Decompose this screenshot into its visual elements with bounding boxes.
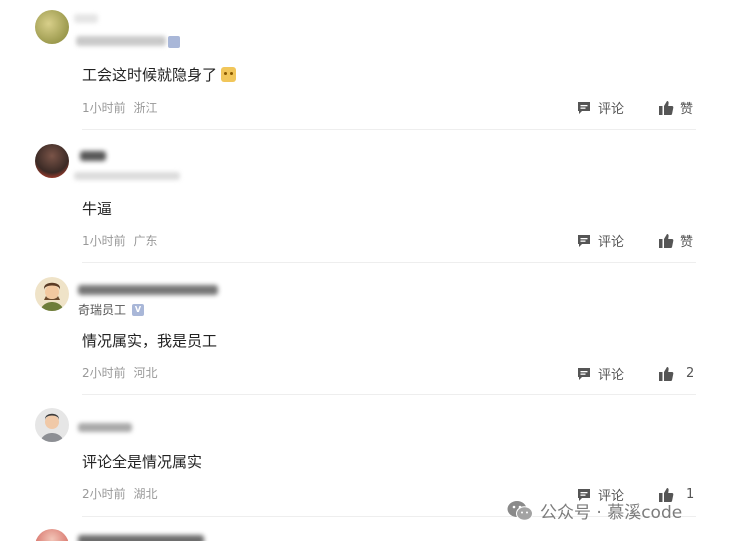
- emoji-icon: [221, 67, 237, 82]
- comment-meta: 1小时前 广东: [82, 232, 157, 249]
- username-blurred[interactable]: [74, 14, 98, 23]
- comment-bubble-icon: [578, 367, 590, 380]
- watermark-text: 公众号 · 慕溪code: [540, 503, 683, 523]
- comment-actions: 评论 2: [576, 364, 694, 383]
- comment-content: 情况属实，我是员工: [82, 332, 218, 350]
- avatar[interactable]: [35, 277, 69, 311]
- comment-time: 1小时前: [82, 234, 126, 248]
- like-button[interactable]: 赞: [658, 231, 693, 250]
- person-illustration-icon: [40, 282, 64, 311]
- username-blurred[interactable]: [78, 285, 218, 295]
- comment-time: 2小时前: [82, 366, 126, 380]
- avatar[interactable]: [35, 144, 69, 178]
- comment-time: 2小时前: [82, 487, 126, 501]
- thumbs-up-icon: [659, 100, 674, 115]
- comment-bubble-icon: [578, 234, 590, 247]
- comment-bubble-icon: [578, 101, 590, 114]
- verified-badge-icon: [168, 36, 180, 48]
- user-badge: 奇瑞员工 V: [78, 301, 145, 318]
- comment-list: 工会这时候就隐身了 1小时前 浙江 评论 赞 牛逼 1小时前 广东 评论 赞 奇…: [0, 0, 735, 541]
- comment-button[interactable]: 评论: [576, 98, 624, 117]
- username-blurred[interactable]: [76, 36, 166, 46]
- thumbs-up-icon: [659, 366, 674, 381]
- comment-location: 湖北: [133, 487, 158, 501]
- like-button[interactable]: 赞: [658, 98, 693, 117]
- comment-meta: 2小时前 湖北: [82, 485, 157, 502]
- comment-meta: 1小时前 浙江: [82, 99, 157, 116]
- comment-item: 工会这时候就隐身了 1小时前 浙江 评论 赞: [0, 0, 735, 130]
- comment-content: 工会这时候就隐身了: [82, 64, 237, 85]
- comment-button-label: 评论: [598, 368, 625, 383]
- watermark: 公众号 · 慕溪code: [506, 498, 682, 523]
- comment-actions: 评论 赞: [576, 231, 693, 250]
- comment-actions: 评论 赞: [576, 98, 693, 117]
- verified-badge-icon: V: [132, 303, 145, 316]
- comment-item: 牛逼 1小时前 广东 评论 赞: [0, 130, 735, 263]
- avatar[interactable]: [35, 408, 69, 442]
- comment-button-label: 评论: [598, 102, 625, 117]
- avatar[interactable]: [35, 10, 69, 44]
- username-blurred[interactable]: [78, 423, 132, 432]
- person-illustration-icon: [40, 413, 64, 442]
- comment-item: 奇瑞员工 V 情况属实，我是员工 2小时前 河北 评论 2: [0, 263, 735, 395]
- comment-time: 1小时前: [82, 101, 126, 115]
- username-blurred[interactable]: [78, 535, 204, 541]
- thumbs-up-icon: [659, 233, 674, 248]
- comment-content: 评论全是情况属实: [82, 453, 203, 471]
- like-count: 1: [686, 487, 695, 502]
- comment-content: 牛逼: [82, 200, 113, 218]
- user-signature-blurred: [74, 172, 180, 180]
- comment-button[interactable]: 评论: [576, 364, 624, 383]
- badge-label: 奇瑞员工: [78, 303, 127, 317]
- comment-button-label: 评论: [598, 235, 625, 250]
- username-blurred[interactable]: [80, 151, 106, 161]
- like-count: 赞: [680, 235, 694, 250]
- wechat-logo-icon: [507, 500, 533, 521]
- comment-location: 广东: [133, 234, 158, 248]
- comment-location: 浙江: [133, 101, 158, 115]
- like-count: 赞: [680, 102, 694, 117]
- avatar[interactable]: [35, 529, 69, 541]
- comment-button[interactable]: 评论: [576, 231, 624, 250]
- comment-location: 河北: [133, 366, 158, 380]
- like-count: 2: [686, 366, 695, 381]
- comment-meta: 2小时前 河北: [82, 364, 157, 381]
- like-button[interactable]: 2: [658, 366, 694, 382]
